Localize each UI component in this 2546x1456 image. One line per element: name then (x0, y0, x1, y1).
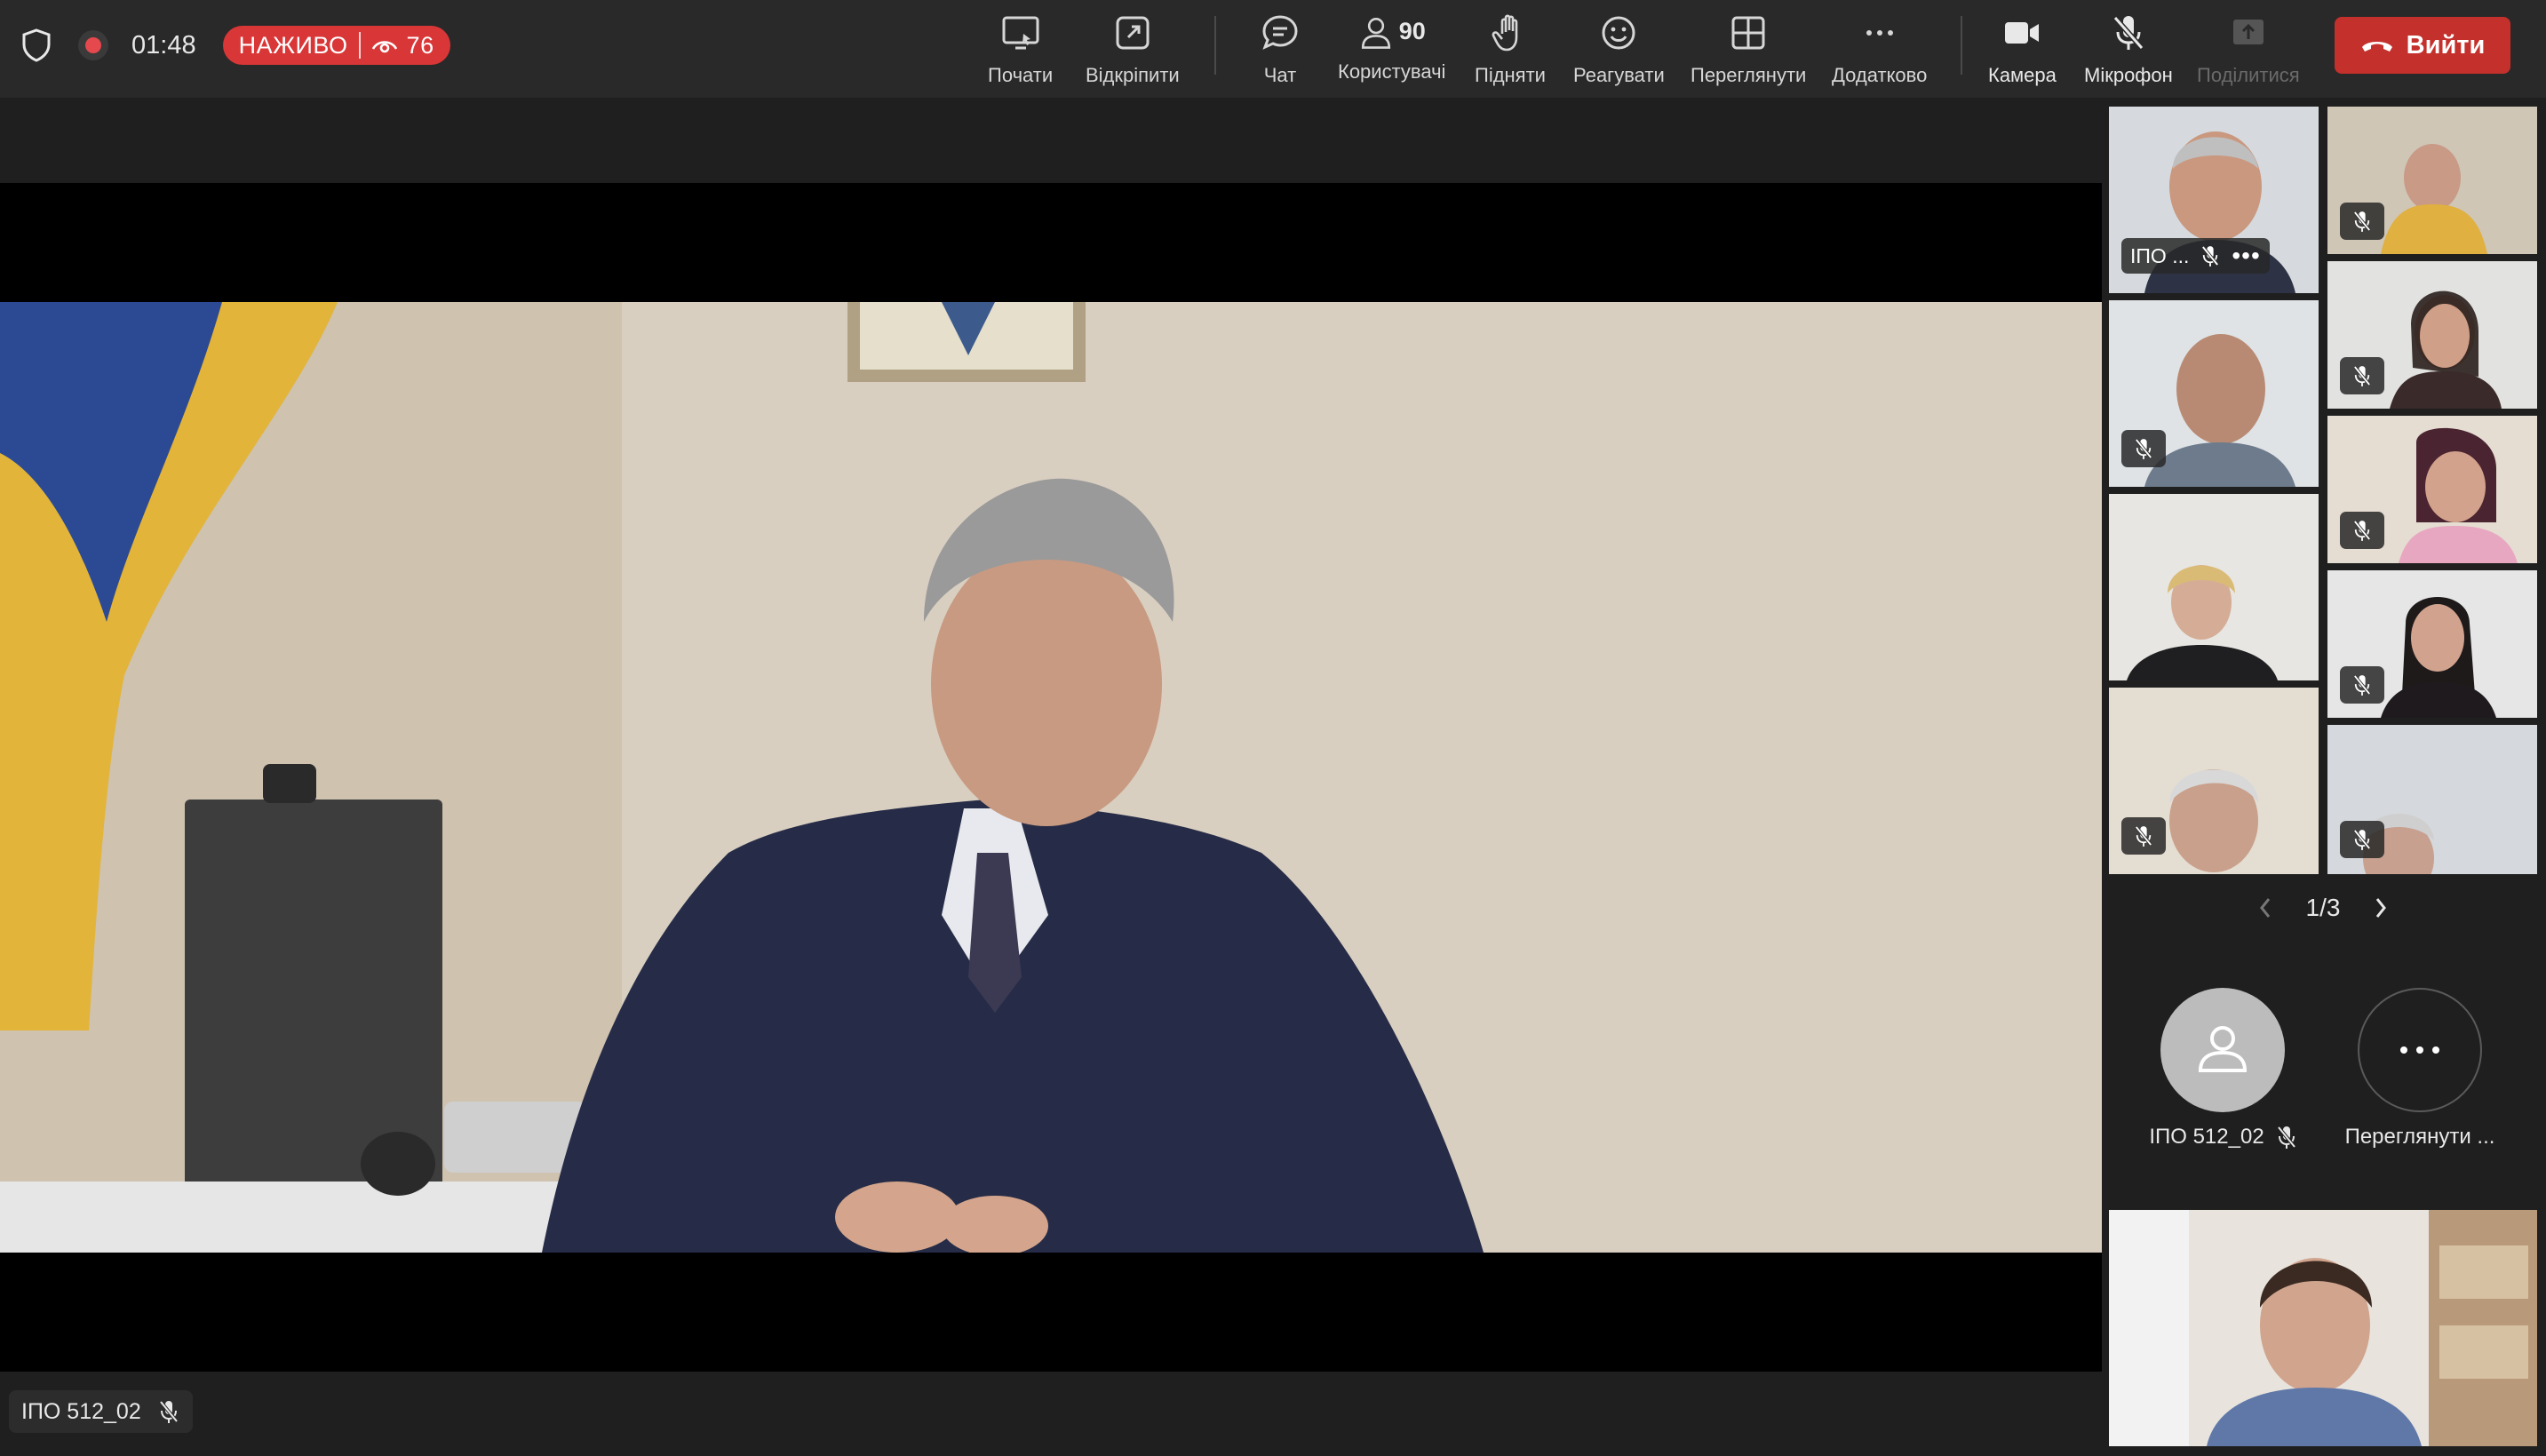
top-toolbar: 01:48 НАЖИВО 76 Почати Відкріпити Чат 90… (0, 0, 2546, 98)
more-icon (2400, 1046, 2439, 1054)
view-more-label-row: Переглянути ... (2345, 1125, 2495, 1150)
participant-more-icon[interactable]: ••• (2232, 242, 2260, 270)
react-icon (1602, 16, 1635, 50)
leave-label: Вийти (2406, 30, 2486, 60)
toolbar-divider (1961, 16, 1962, 75)
mic-muted-badge (2340, 357, 2384, 394)
more-label: Додатково (1832, 64, 1928, 86)
mic-muted-badge (2340, 512, 2384, 549)
participant-pager: 1/3 (2256, 888, 2390, 927)
user-avatar-icon (2198, 1026, 2248, 1072)
mic-muted-badge (2340, 203, 2384, 240)
self-video (2109, 1210, 2537, 1446)
react-button[interactable]: Реагувати (1573, 9, 1665, 87)
users-button[interactable]: 90 Користувачі (1338, 9, 1445, 87)
popout-button[interactable]: Відкріпити (1086, 9, 1180, 87)
share-screen-label: Поділитися (2197, 64, 2300, 86)
participant-tile[interactable] (2327, 416, 2537, 563)
mic-muted-badge (2121, 430, 2166, 467)
camera-icon (2005, 22, 2040, 44)
mic-muted-badge (2340, 821, 2384, 858)
users-label: Користувачі (1338, 60, 1446, 83)
speaker-video-frame (0, 302, 2102, 1253)
shield-icon[interactable] (21, 28, 52, 62)
toolbar-divider (1214, 16, 1216, 75)
page-indicator: 1/3 (2305, 894, 2341, 921)
mic-muted-badge (2340, 666, 2384, 704)
share-upload-icon (2232, 20, 2264, 44)
mic-muted-icon (2353, 365, 2371, 386)
participant-tile[interactable] (2327, 570, 2537, 718)
raise-hand-button[interactable]: Підняти (1475, 9, 1546, 87)
more-participants-button[interactable] (2358, 988, 2482, 1112)
leave-button[interactable]: Вийти (2335, 17, 2510, 74)
self-video-preview[interactable] (2109, 1210, 2537, 1446)
mic-muted-icon (2353, 520, 2371, 541)
eye-icon (371, 41, 397, 53)
participant-name: ІПО ... (2130, 243, 2190, 267)
participant-tile[interactable] (2109, 494, 2319, 680)
main-video-stage (0, 183, 2102, 1372)
camera-label: Камера (1988, 64, 2057, 86)
camera-button[interactable]: Камера (1988, 9, 2057, 87)
view-button[interactable]: Переглянути (1691, 9, 1806, 87)
mic-label: Мікрофон (2084, 64, 2173, 86)
chat-button[interactable]: Чат (1260, 9, 1301, 87)
mic-muted-icon (2201, 245, 2219, 267)
participant-tile[interactable] (2327, 107, 2537, 254)
active-speaker-label: ІПО 512_02 (21, 1398, 141, 1424)
self-avatar-tile[interactable]: ІПО 512_02 (2134, 988, 2311, 1150)
meeting-timer: 01:48 (131, 30, 196, 60)
participant-tile[interactable] (2327, 725, 2537, 874)
live-label: НАЖИВО (238, 31, 348, 59)
chat-label: Чат (1263, 64, 1297, 86)
participant-tile[interactable] (2327, 261, 2537, 409)
raise-hand-icon (1492, 14, 1518, 52)
mic-muted-icon (2353, 674, 2371, 696)
chevron-left-icon[interactable] (2256, 895, 2274, 920)
mic-muted-icon (159, 1400, 179, 1423)
self-avatar-name: ІПО 512_02 (2149, 1125, 2264, 1149)
more-icon (1866, 30, 1893, 36)
participant-name-tag: ІПО ... ••• (2121, 238, 2270, 274)
popout-label: Відкріпити (1086, 64, 1180, 86)
view-label: Переглянути (1691, 64, 1807, 86)
hangup-icon (2361, 42, 2392, 52)
viewer-count: 76 (406, 31, 434, 59)
popout-icon (1116, 16, 1150, 50)
chevron-right-icon[interactable] (2372, 895, 2390, 920)
share-screen-button[interactable]: Поділитися (2197, 9, 2300, 87)
participant-video (2109, 494, 2319, 680)
mic-muted-icon (2135, 825, 2152, 847)
participant-tile[interactable] (2109, 688, 2319, 874)
live-badge[interactable]: НАЖИВО 76 (222, 26, 450, 65)
mic-muted-icon (2277, 1126, 2296, 1149)
active-speaker-video[interactable] (0, 302, 2102, 1253)
avatar (2160, 988, 2285, 1112)
mic-button[interactable]: Мікрофон (2084, 9, 2173, 87)
participant-tile[interactable] (2109, 300, 2319, 487)
active-speaker-name: ІПО 512_02 (9, 1390, 193, 1433)
users-count: 90 (1398, 17, 1426, 44)
more-button[interactable]: Додатково (1832, 9, 1927, 87)
mic-muted-badge (2121, 817, 2166, 855)
meeting-status: 01:48 НАЖИВО 76 (21, 23, 450, 68)
share-start-label: Почати (988, 64, 1054, 86)
chat-icon (1262, 15, 1298, 50)
self-avatar-label-row: ІПО 512_02 (2149, 1125, 2296, 1150)
grid-view-icon (1731, 16, 1765, 50)
react-label: Реагувати (1573, 64, 1665, 86)
participant-tile[interactable]: ІПО ... ••• (2109, 107, 2319, 293)
share-start-button[interactable]: Почати (988, 9, 1053, 87)
view-more-tile[interactable]: Переглянути ... (2331, 988, 2509, 1150)
mic-muted-icon (2353, 829, 2371, 850)
record-icon[interactable] (78, 30, 108, 60)
share-screen-icon (1002, 16, 1039, 50)
mic-muted-icon (2135, 438, 2152, 459)
users-icon (1361, 18, 1390, 49)
mic-muted-icon (2112, 16, 2144, 50)
mic-muted-icon (2353, 211, 2371, 232)
view-more-label: Переглянути ... (2344, 1125, 2495, 1149)
raise-hand-label: Підняти (1475, 64, 1546, 86)
